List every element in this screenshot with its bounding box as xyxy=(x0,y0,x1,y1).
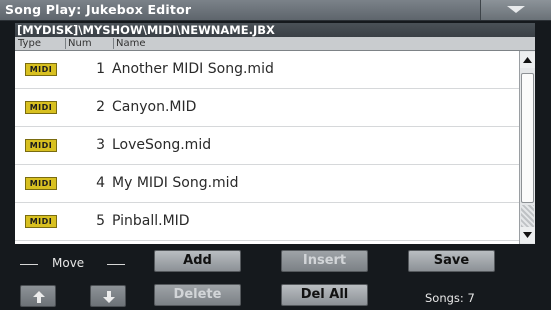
midi-type-badge: MIDI xyxy=(25,101,57,114)
song-number: 1 xyxy=(96,61,105,77)
list-item[interactable]: MIDI 1 Another MIDI Song.mid xyxy=(15,51,519,89)
window-title: Song Play: Jukebox Editor xyxy=(5,2,192,17)
songs-count: Songs: 7 xyxy=(425,291,475,305)
column-header-name: Name xyxy=(116,38,146,49)
file-path: [MYDISK]\MYSHOW\MIDI\NEWNAME.JBX xyxy=(15,23,535,37)
title-bar: Song Play: Jukebox Editor xyxy=(0,0,551,21)
list-item[interactable]: MIDI 4 My MIDI Song.mid xyxy=(15,165,519,203)
song-name: Pinball.MID xyxy=(112,213,190,229)
move-label: Move xyxy=(52,256,85,270)
list-scrollbar[interactable] xyxy=(519,51,535,244)
song-name: My MIDI Song.mid xyxy=(112,175,239,191)
song-name: Canyon.MID xyxy=(112,99,197,115)
delete-button[interactable]: Delete xyxy=(154,284,241,306)
insert-button[interactable]: Insert xyxy=(281,250,368,272)
song-number: 4 xyxy=(96,175,105,191)
page-menu-button[interactable] xyxy=(480,0,551,20)
scroll-track xyxy=(521,205,534,227)
add-button[interactable]: Add xyxy=(154,250,241,272)
midi-type-badge: MIDI xyxy=(25,63,57,76)
song-name: Another MIDI Song.mid xyxy=(112,61,274,77)
move-up-button[interactable] xyxy=(20,285,56,307)
song-number: 2 xyxy=(96,99,105,115)
midi-type-badge: MIDI xyxy=(25,177,57,190)
song-name: LoveSong.mid xyxy=(112,137,212,153)
scroll-up-button[interactable] xyxy=(520,52,535,68)
arrow-down-icon xyxy=(523,232,532,238)
arrow-up-icon xyxy=(523,57,532,63)
midi-type-badge: MIDI xyxy=(25,139,57,152)
chevron-down-icon xyxy=(507,6,525,13)
song-number: 5 xyxy=(96,213,105,229)
column-header-type: Type xyxy=(18,38,41,49)
midi-type-badge: MIDI xyxy=(25,215,57,228)
song-list[interactable]: MIDI 1 Another MIDI Song.mid MIDI 2 Cany… xyxy=(15,51,519,244)
column-header-num: Num xyxy=(68,38,92,49)
list-item[interactable]: MIDI 2 Canyon.MID xyxy=(15,89,519,127)
list-item[interactable]: MIDI 5 Pinball.MID xyxy=(15,203,519,241)
move-group-label: Move xyxy=(20,256,126,272)
move-down-button[interactable] xyxy=(90,285,126,307)
scroll-thumb[interactable] xyxy=(521,73,534,203)
list-item[interactable]: MIDI 3 LoveSong.mid xyxy=(15,127,519,165)
scroll-down-button[interactable] xyxy=(520,227,535,243)
arrow-down-icon xyxy=(103,291,115,303)
song-number: 3 xyxy=(96,137,105,153)
save-button[interactable]: Save xyxy=(408,250,495,272)
delete-all-button[interactable]: Del All xyxy=(281,284,368,306)
arrow-up-icon xyxy=(33,291,45,303)
list-header: Type Num Name xyxy=(15,37,535,51)
